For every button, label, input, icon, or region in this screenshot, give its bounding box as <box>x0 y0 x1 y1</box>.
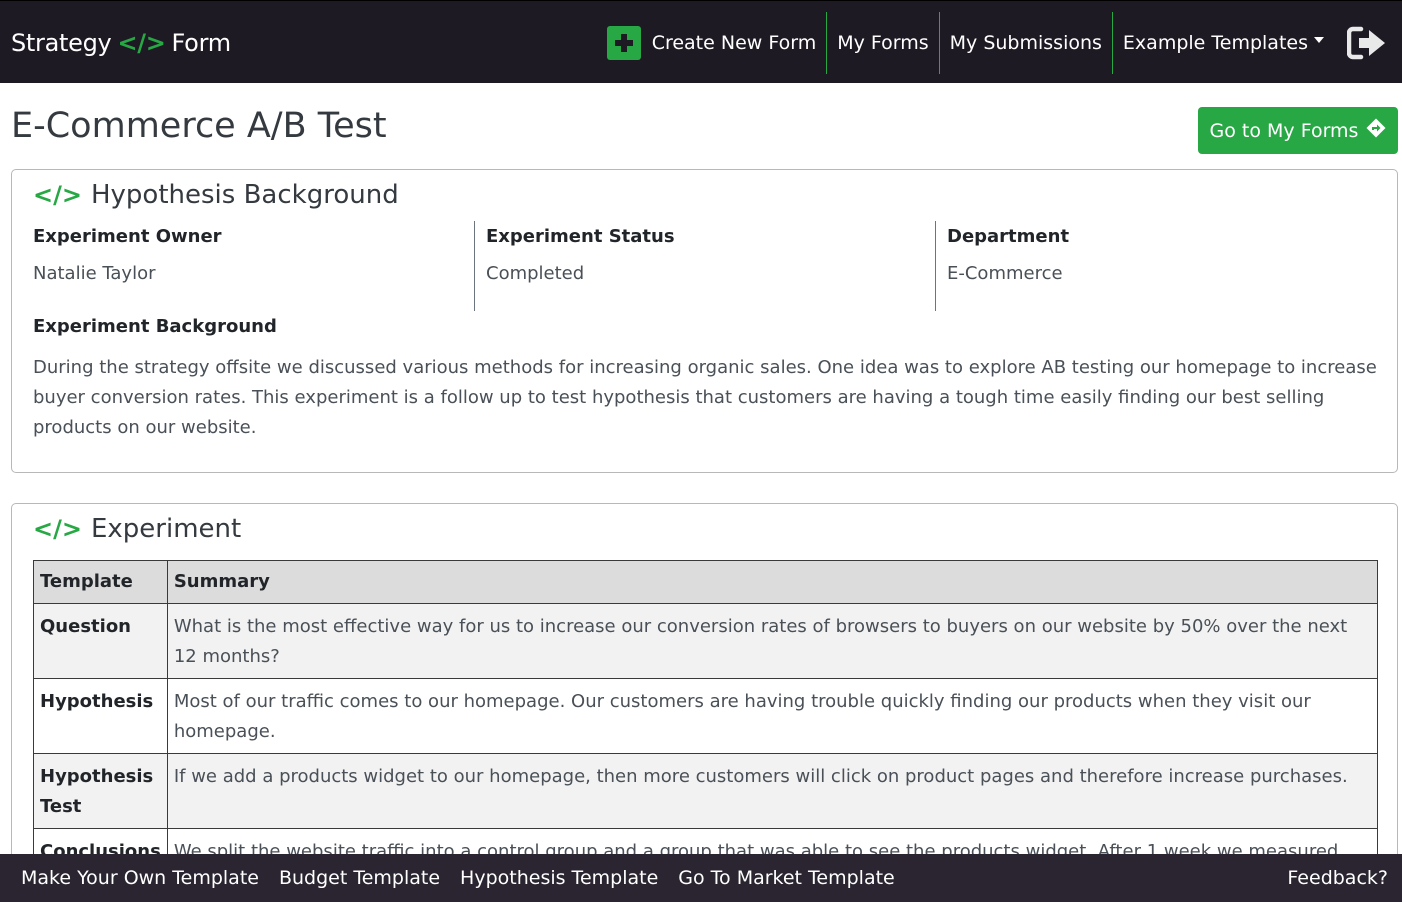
go-to-my-forms-button[interactable]: Go to My Forms <box>1198 107 1398 154</box>
footer-link-make-your-own-template[interactable]: Make Your Own Template <box>21 867 259 889</box>
nav-my-forms[interactable]: My Forms <box>826 12 938 74</box>
nav-create-new-form[interactable]: Create New Form <box>597 12 827 74</box>
top-navbar: Strategy </> Form Create New Form My For… <box>0 0 1402 83</box>
column-header-template: Template <box>33 560 168 604</box>
brand-text-left: Strategy <box>11 29 112 57</box>
card-title-experiment: </> Experiment <box>33 514 241 544</box>
feedback-link[interactable]: Feedback? <box>1287 867 1388 889</box>
code-icon: </> <box>33 181 82 209</box>
table-row: Question What is the most effective way … <box>33 603 1379 679</box>
nav-my-submissions-label: My Submissions <box>949 32 1102 54</box>
field-label: Department <box>947 226 1070 247</box>
logout-button[interactable] <box>1340 12 1394 74</box>
field-value: Completed <box>486 263 585 284</box>
go-to-my-forms-label: Go to My Forms <box>1209 119 1359 142</box>
nav-example-templates-dropdown[interactable]: Example Templates <box>1111 12 1334 74</box>
row-value: What is the most effective way for us to… <box>166 603 1379 679</box>
experiment-background-text: During the strategy offsite we discussed… <box>33 357 1377 438</box>
brand-logo[interactable]: Strategy </> Form <box>11 29 231 57</box>
field-label: Experiment Status <box>486 226 675 247</box>
card-title-text: Hypothesis Background <box>90 180 399 210</box>
row-value: Most of our traffic comes to our homepag… <box>166 678 1379 754</box>
code-icon: </> <box>33 515 82 543</box>
page-title: E-Commerce A/B Test <box>11 106 387 146</box>
nav-templates-label: Example Templates <box>1122 32 1308 54</box>
experiment-table: Template Summary Question What is the mo… <box>33 560 1379 902</box>
experiment-background-label: Experiment Background <box>33 316 277 337</box>
card-title-text: Experiment <box>90 514 242 544</box>
field-experiment-owner: Experiment Owner Natalie Taylor <box>33 221 453 311</box>
directions-icon <box>1366 118 1386 143</box>
row-label: Hypothesis <box>33 678 168 754</box>
nav-create-label: Create New Form <box>651 32 817 54</box>
brand-text-right: Form <box>171 29 232 57</box>
experiment-card: </> Experiment Template Summary Question… <box>11 503 1398 902</box>
row-value: If we add a products widget to our homep… <box>166 753 1379 829</box>
field-experiment-status: Experiment Status Completed <box>474 221 914 311</box>
footer-bar: Make Your Own Template Budget Template H… <box>0 854 1402 902</box>
field-value: Natalie Taylor <box>33 263 156 284</box>
code-icon: </> <box>117 29 166 57</box>
footer-link-budget-template[interactable]: Budget Template <box>279 867 440 889</box>
field-label: Experiment Owner <box>33 226 222 247</box>
field-value: E-Commerce <box>947 263 1063 284</box>
footer-link-go-to-market-template[interactable]: Go To Market Template <box>678 867 894 889</box>
card-title-hypothesis-background: </> Hypothesis Background <box>33 180 399 210</box>
table-header-row: Template Summary <box>33 560 1379 604</box>
hypothesis-background-card: </> Hypothesis Background Experiment Own… <box>11 169 1398 473</box>
plus-icon <box>606 26 641 60</box>
row-label: Hypothesis Test <box>33 753 168 829</box>
nav-my-submissions[interactable]: My Submissions <box>938 12 1112 74</box>
nav-links: Create New Form My Forms My Submissions … <box>597 12 1402 74</box>
nav-my-forms-label: My Forms <box>837 32 929 54</box>
caret-down-icon <box>1314 37 1324 43</box>
row-label: Question <box>33 603 168 679</box>
sign-out-icon <box>1347 26 1385 60</box>
footer-link-hypothesis-template[interactable]: Hypothesis Template <box>460 867 658 889</box>
table-row: Hypothesis Most of our traffic comes to … <box>33 678 1379 754</box>
field-department: Department E-Commerce <box>935 221 1375 311</box>
column-header-summary: Summary <box>166 560 1379 604</box>
table-row: Hypothesis Test If we add a products wid… <box>33 753 1379 829</box>
